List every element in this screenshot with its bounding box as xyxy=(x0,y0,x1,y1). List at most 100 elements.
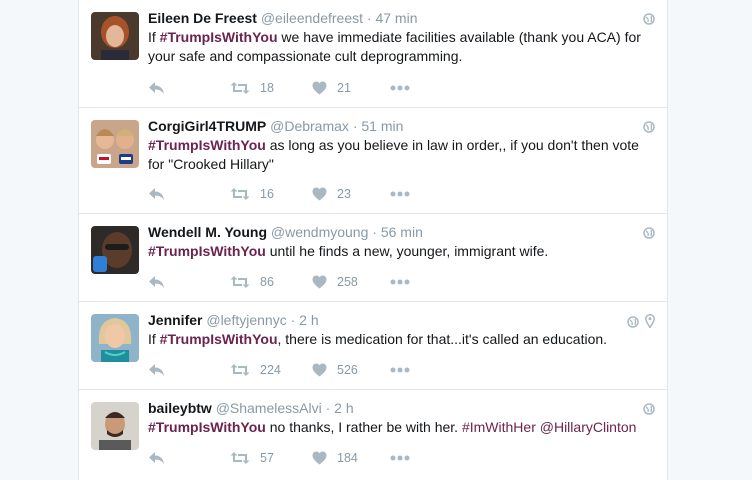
retweet-count: 16 xyxy=(260,187,274,201)
tweet-actions: 224 526 xyxy=(148,360,448,380)
tweet-text-body: , there is medication for that...it's ca… xyxy=(277,331,608,347)
hashtag-link[interactable]: #TrumpIsWithYou xyxy=(148,137,266,153)
like-button[interactable]: 258 xyxy=(312,272,358,292)
globe-icon[interactable] xyxy=(643,120,655,138)
author-handle[interactable]: @leftyjennyc xyxy=(206,312,286,328)
more-icon xyxy=(390,85,410,91)
hashtag-link[interactable]: #TrumpIsWithYou xyxy=(160,331,278,347)
avatar[interactable] xyxy=(91,314,139,362)
hashtag-link-secondary[interactable]: #ImWithHer xyxy=(462,419,536,435)
retweet-count: 18 xyxy=(260,81,274,95)
heart-icon xyxy=(312,187,327,201)
separator-dot: · xyxy=(366,10,372,26)
like-button[interactable]: 526 xyxy=(312,360,358,380)
heart-icon xyxy=(312,275,327,289)
tweet-actions: 16 23 xyxy=(148,184,448,204)
tweet-text: #TrumpIsWithYou until he finds a new, yo… xyxy=(148,242,653,261)
globe-icon[interactable] xyxy=(643,12,655,30)
author-name[interactable]: baileybtw xyxy=(148,400,212,416)
reply-button[interactable] xyxy=(148,78,165,98)
tweet-meta-icons xyxy=(643,120,655,138)
author-name[interactable]: Eileen De Freest xyxy=(148,10,257,26)
separator-dot: · xyxy=(372,224,377,240)
tweet-text: If #TrumpIsWithYou we have immediate fac… xyxy=(148,28,653,66)
retweet-icon xyxy=(230,363,250,377)
tweet-actions: 57 184 xyxy=(148,448,448,468)
heart-icon xyxy=(312,363,327,377)
reply-button[interactable] xyxy=(148,448,165,468)
avatar[interactable] xyxy=(91,120,139,168)
author-name[interactable]: Jennifer xyxy=(148,312,202,328)
tweet-meta-icons xyxy=(643,402,655,420)
reply-button[interactable] xyxy=(148,272,165,292)
separator-dot: · xyxy=(325,400,331,416)
tweet-text-prefix: If xyxy=(148,29,160,45)
retweet-count: 224 xyxy=(260,363,281,377)
tweet-timestamp[interactable]: 47 min xyxy=(375,10,417,26)
tweet-card[interactable]: CorgiGirl4TRUMP @Debramax · 51 min #Trum… xyxy=(79,108,667,214)
location-pin-icon[interactable] xyxy=(645,314,655,333)
tweet-card[interactable]: Jennifer @leftyjennyc · 2 h If #TrumpIsW… xyxy=(79,302,667,390)
author-handle[interactable]: @wendmyoung xyxy=(271,224,369,240)
hashtag-link[interactable]: #TrumpIsWithYou xyxy=(160,29,278,45)
like-button[interactable]: 21 xyxy=(312,78,351,98)
globe-icon[interactable] xyxy=(643,226,655,244)
avatar[interactable] xyxy=(91,402,139,450)
tweet-timestamp[interactable]: 2 h xyxy=(299,312,318,328)
reply-icon xyxy=(148,187,165,201)
like-count: 258 xyxy=(337,275,358,289)
retweet-icon xyxy=(230,81,250,95)
reply-icon xyxy=(148,363,165,377)
retweet-button[interactable]: 57 xyxy=(230,448,274,468)
more-button[interactable] xyxy=(390,272,410,292)
like-button[interactable]: 184 xyxy=(312,448,358,468)
hashtag-link[interactable]: #TrumpIsWithYou xyxy=(148,419,266,435)
retweet-icon xyxy=(230,451,250,465)
like-count: 184 xyxy=(337,451,358,465)
like-count: 526 xyxy=(337,363,358,377)
reply-button[interactable] xyxy=(148,360,165,380)
tweet-card[interactable]: baileybtw @ShamelessAlvi · 2 h #TrumpIsW… xyxy=(79,390,667,480)
heart-icon xyxy=(312,451,327,465)
retweet-button[interactable]: 86 xyxy=(230,272,274,292)
retweet-button[interactable]: 224 xyxy=(230,360,281,380)
tweet-card[interactable]: Wendell M. Young @wendmyoung · 56 min #T… xyxy=(79,214,667,302)
more-button[interactable] xyxy=(390,360,410,380)
avatar[interactable] xyxy=(91,12,139,60)
separator-dot: · xyxy=(290,312,296,328)
tweet-meta-icons xyxy=(627,314,655,333)
like-count: 21 xyxy=(337,81,351,95)
mention-link[interactable]: @HillaryClinton xyxy=(540,419,637,435)
more-button[interactable] xyxy=(390,448,410,468)
retweet-button[interactable]: 18 xyxy=(230,78,274,98)
tweet-text-body: until he finds a new, younger, immigrant… xyxy=(265,243,549,259)
tweet-text: #TrumpIsWithYou as long as you believe i… xyxy=(148,136,653,174)
author-name[interactable]: Wendell M. Young xyxy=(148,224,267,240)
retweet-button[interactable]: 16 xyxy=(230,184,274,204)
tweet-timestamp[interactable]: 2 h xyxy=(334,400,353,416)
tweet-text: #TrumpIsWithYou no thanks, I rather be w… xyxy=(148,418,653,437)
retweet-count: 57 xyxy=(260,451,274,465)
globe-icon[interactable] xyxy=(643,402,655,420)
reply-icon xyxy=(148,275,165,289)
tweet-timestamp[interactable]: 56 min xyxy=(381,224,423,240)
like-button[interactable]: 23 xyxy=(312,184,351,204)
author-handle[interactable]: @Debramax xyxy=(270,118,349,134)
tweet-meta-icons xyxy=(643,226,655,244)
more-button[interactable] xyxy=(390,184,410,204)
tweet-actions: 18 21 xyxy=(148,78,448,98)
author-handle[interactable]: @ShamelessAlvi xyxy=(216,400,322,416)
reply-button[interactable] xyxy=(148,184,165,204)
more-icon xyxy=(390,191,410,197)
avatar[interactable] xyxy=(91,226,139,274)
tweet-text-body: no thanks, I rather be with her. xyxy=(265,419,462,435)
author-name[interactable]: CorgiGirl4TRUMP xyxy=(148,118,266,134)
globe-icon[interactable] xyxy=(627,315,639,333)
heart-icon xyxy=(312,81,327,95)
author-handle[interactable]: @eileendefreest xyxy=(261,10,363,26)
tweet-timestamp[interactable]: 51 min xyxy=(361,118,403,134)
hashtag-link[interactable]: #TrumpIsWithYou xyxy=(148,243,266,259)
retweet-icon xyxy=(230,187,250,201)
more-button[interactable] xyxy=(390,78,410,98)
tweet-card[interactable]: Eileen De Freest @eileendefreest · 47 mi… xyxy=(79,0,667,108)
